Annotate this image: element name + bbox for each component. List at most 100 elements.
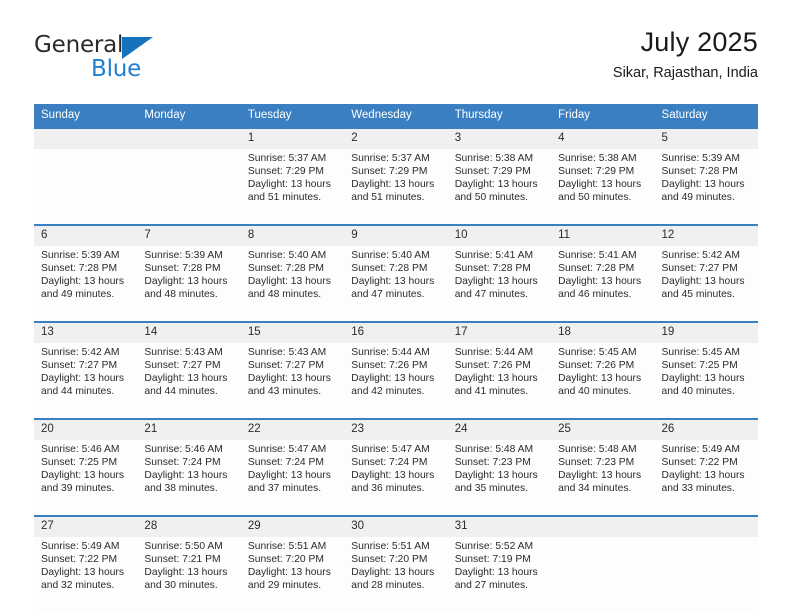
day-cell-details[interactable]: Sunrise: 5:52 AM Sunset: 7:19 PM Daylight:… — [447, 537, 552, 612]
day-number[interactable]: 22 — [240, 420, 345, 440]
day-cell-details[interactable]: Sunrise: 5:42 AM Sunset: 7:27 PM Daylight:… — [654, 246, 758, 321]
week-detail-row: Sunrise: 5:49 AM Sunset: 7:22 PM Daylight:… — [34, 537, 758, 612]
week-detail-row: Sunrise: 5:39 AM Sunset: 7:28 PM Daylight:… — [34, 246, 758, 321]
day-number[interactable]: 21 — [137, 420, 241, 440]
day-number[interactable]: 28 — [137, 517, 241, 537]
sunset-text: Sunset: 7:28 PM — [247, 263, 324, 275]
daylight-text-line1: Daylight: 13 hours — [558, 179, 642, 191]
day-cell-details[interactable]: Sunrise: 5:46 AM Sunset: 7:25 PM Daylight:… — [34, 440, 138, 515]
day-cell-details[interactable]: Sunrise: 5:43 AM Sunset: 7:27 PM Daylight:… — [240, 343, 345, 418]
day-cell-details[interactable]: Sunrise: 5:37 AM Sunset: 7:29 PM Daylight:… — [344, 149, 448, 224]
day-number[interactable]: 4 — [551, 129, 655, 149]
day-cell-details[interactable]: Sunrise: 5:42 AM Sunset: 7:27 PM Daylight:… — [34, 343, 138, 418]
daylight-text-line1: Daylight: 13 hours — [661, 470, 745, 482]
day-number[interactable]: 6 — [34, 226, 138, 246]
day-cell-details[interactable]: Sunrise: 5:48 AM Sunset: 7:23 PM Daylight:… — [447, 440, 552, 515]
day-cell-details[interactable]: Sunrise: 5:44 AM Sunset: 7:26 PM Daylight:… — [344, 343, 448, 418]
day-cell-details[interactable]: Sunrise: 5:39 AM Sunset: 7:28 PM Daylight:… — [654, 149, 758, 224]
day-number[interactable]: 13 — [34, 323, 138, 343]
day-number[interactable]: 10 — [447, 226, 552, 246]
day-cell-details[interactable]: Sunrise: 5:40 AM Sunset: 7:28 PM Daylight:… — [344, 246, 448, 321]
day-number[interactable]: 19 — [654, 323, 758, 343]
day-cell-details[interactable]: Sunrise: 5:37 AM Sunset: 7:29 PM Daylight:… — [240, 149, 345, 224]
day-cell-details[interactable]: Sunrise: 5:44 AM Sunset: 7:26 PM Daylight:… — [447, 343, 552, 418]
sunrise-text: Sunrise: 5:46 AM — [144, 444, 223, 455]
sunset-text: Sunset: 7:27 PM — [661, 263, 738, 275]
weekday-header-friday: Friday — [551, 104, 655, 127]
day-cell-details[interactable]: Sunrise: 5:45 AM Sunset: 7:25 PM Daylight:… — [654, 343, 758, 418]
day-cell-details[interactable]: Sunrise: 5:41 AM Sunset: 7:28 PM Daylight:… — [447, 246, 552, 321]
daylight-text-line2: and 40 minutes. — [661, 386, 735, 398]
day-cell-details[interactable]: Sunrise: 5:47 AM Sunset: 7:24 PM Daylight:… — [344, 440, 448, 515]
day-cell-details[interactable]: Sunrise: 5:43 AM Sunset: 7:27 PM Daylight:… — [137, 343, 241, 418]
daylight-text-line1: Daylight: 13 hours — [351, 470, 435, 482]
day-number[interactable]: 20 — [34, 420, 138, 440]
sunset-text: Sunset: 7:26 PM — [351, 360, 428, 372]
day-cell-details[interactable]: Sunrise: 5:48 AM Sunset: 7:23 PM Daylight:… — [551, 440, 655, 515]
page-header: General Blue July 2025 Sikar, Rajasthan,… — [34, 26, 758, 88]
day-number[interactable]: 5 — [654, 129, 758, 149]
sunrise-text: Sunrise: 5:44 AM — [454, 347, 534, 358]
day-number[interactable]: 23 — [344, 420, 448, 440]
day-number[interactable]: 29 — [240, 517, 345, 537]
daylight-text-line2: and 51 minutes. — [351, 192, 425, 204]
daylight-text-line2: and 33 minutes. — [661, 483, 735, 495]
day-cell-details[interactable]: Sunrise: 5:38 AM Sunset: 7:29 PM Daylight:… — [447, 149, 552, 224]
sunset-text: Sunset: 7:24 PM — [144, 457, 221, 469]
day-cell-details[interactable]: Sunrise: 5:50 AM Sunset: 7:21 PM Daylight:… — [137, 537, 241, 612]
daylight-text-line2: and 49 minutes. — [41, 289, 115, 301]
day-number[interactable]: 27 — [34, 517, 138, 537]
day-number[interactable]: 16 — [344, 323, 448, 343]
day-number[interactable]: 24 — [447, 420, 552, 440]
sunset-text: Sunset: 7:21 PM — [144, 554, 221, 566]
sunrise-text: Sunrise: 5:51 AM — [247, 541, 327, 552]
day-number[interactable]: 2 — [344, 129, 448, 149]
daylight-text-line1: Daylight: 13 hours — [661, 179, 745, 191]
day-cell-details[interactable]: Sunrise: 5:51 AM Sunset: 7:20 PM Daylight:… — [344, 537, 448, 612]
daylight-text-line2: and 48 minutes. — [247, 289, 322, 301]
sunset-text: Sunset: 7:27 PM — [247, 360, 324, 372]
sunrise-text: Sunrise: 5:37 AM — [351, 153, 430, 164]
day-cell-details[interactable]: Sunrise: 5:45 AM Sunset: 7:26 PM Daylight:… — [551, 343, 655, 418]
daylight-text-line1: Daylight: 13 hours — [247, 179, 331, 191]
day-number[interactable]: 14 — [137, 323, 241, 343]
brand-logo[interactable]: General Blue — [34, 32, 164, 84]
day-number[interactable]: 7 — [137, 226, 241, 246]
sunrise-text: Sunrise: 5:41 AM — [558, 250, 637, 261]
day-number[interactable]: 9 — [344, 226, 448, 246]
day-number[interactable]: 17 — [447, 323, 552, 343]
day-number[interactable]: 18 — [551, 323, 655, 343]
sunrise-text: Sunrise: 5:38 AM — [454, 153, 534, 164]
daylight-text-line2: and 34 minutes. — [558, 483, 632, 495]
brand-name-blue: Blue — [91, 56, 142, 82]
day-cell-details[interactable]: Sunrise: 5:40 AM Sunset: 7:28 PM Daylight:… — [240, 246, 345, 321]
day-cell-details[interactable]: Sunrise: 5:46 AM Sunset: 7:24 PM Daylight:… — [137, 440, 241, 515]
day-number[interactable]: 1 — [240, 129, 345, 149]
day-number[interactable]: 30 — [344, 517, 448, 537]
day-number[interactable]: 11 — [551, 226, 655, 246]
day-number[interactable]: 12 — [654, 226, 758, 246]
daylight-text-line1: Daylight: 13 hours — [661, 373, 745, 385]
day-number[interactable]: 25 — [551, 420, 655, 440]
day-number[interactable]: 3 — [447, 129, 552, 149]
day-cell-details[interactable]: Sunrise: 5:47 AM Sunset: 7:24 PM Daylight:… — [240, 440, 345, 515]
day-cell-details[interactable]: Sunrise: 5:49 AM Sunset: 7:22 PM Daylight:… — [34, 537, 138, 612]
day-cell-details[interactable]: Sunrise: 5:39 AM Sunset: 7:28 PM Daylight:… — [137, 246, 241, 321]
day-number[interactable]: 8 — [240, 226, 345, 246]
day-cell-details[interactable]: Sunrise: 5:51 AM Sunset: 7:20 PM Daylight:… — [240, 537, 345, 612]
day-cell-details[interactable]: Sunrise: 5:38 AM Sunset: 7:29 PM Daylight:… — [551, 149, 655, 224]
day-number-blank — [34, 129, 138, 149]
sunrise-text: Sunrise: 5:40 AM — [247, 250, 327, 261]
daylight-text-line1: Daylight: 13 hours — [351, 373, 435, 385]
day-number[interactable]: 15 — [240, 323, 345, 343]
daylight-text-line1: Daylight: 13 hours — [247, 567, 331, 579]
day-cell-details[interactable]: Sunrise: 5:39 AM Sunset: 7:28 PM Daylight:… — [34, 246, 138, 321]
day-cell-details[interactable]: Sunrise: 5:41 AM Sunset: 7:28 PM Daylight:… — [551, 246, 655, 321]
daylight-text-line1: Daylight: 13 hours — [351, 276, 435, 288]
week-detail-row: Sunrise: 5:42 AM Sunset: 7:27 PM Daylight:… — [34, 343, 758, 418]
day-cell-details[interactable]: Sunrise: 5:49 AM Sunset: 7:22 PM Daylight:… — [654, 440, 758, 515]
sunrise-text: Sunrise: 5:39 AM — [144, 250, 223, 261]
day-number[interactable]: 26 — [654, 420, 758, 440]
day-number[interactable]: 31 — [447, 517, 552, 537]
sunset-text: Sunset: 7:23 PM — [454, 457, 531, 469]
